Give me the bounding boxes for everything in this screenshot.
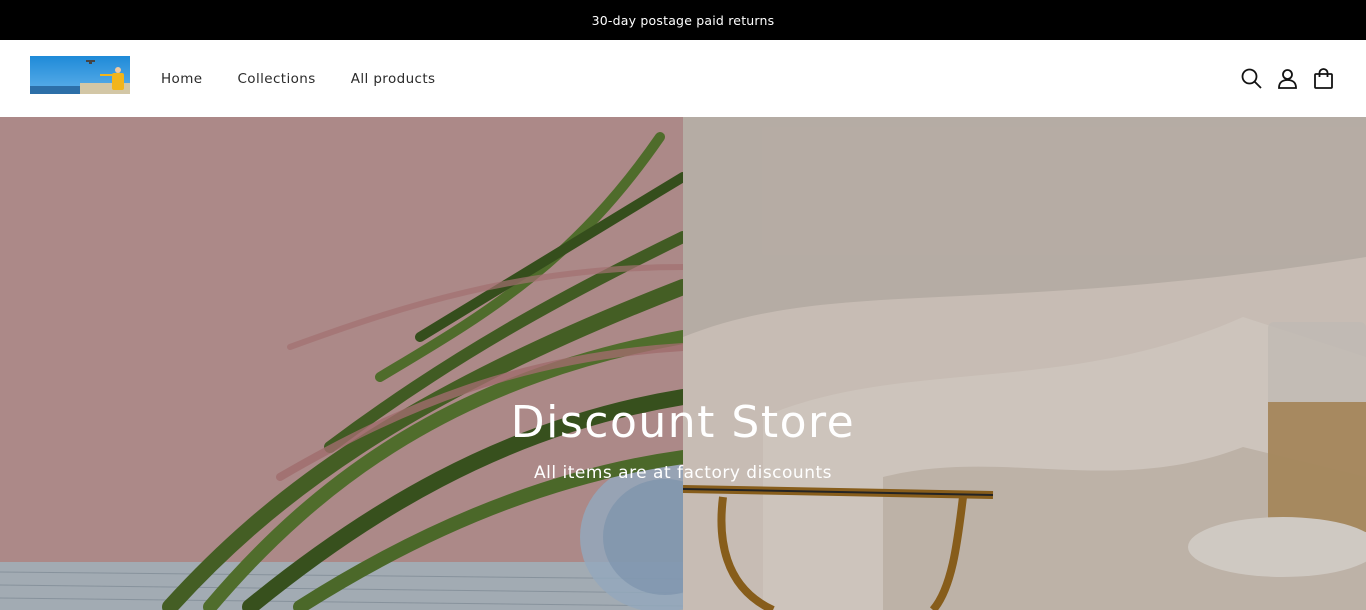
site-header: Home Collections All products — [0, 40, 1366, 117]
announcement-bar: 30-day postage paid returns — [0, 0, 1366, 40]
nav-all-products[interactable]: All products — [351, 71, 436, 87]
header-icons — [1240, 40, 1334, 117]
hero-image-right — [683, 117, 1366, 610]
account-icon[interactable] — [1276, 68, 1298, 90]
nav-collections[interactable]: Collections — [237, 71, 315, 87]
hero-subtitle: All items are at factory discounts — [534, 463, 832, 483]
store-logo[interactable] — [30, 56, 130, 94]
hero-text: Discount Store All items are at factory … — [0, 395, 1366, 483]
search-icon[interactable] — [1240, 68, 1262, 90]
hero-image-left — [0, 117, 683, 610]
hero-banner: Discount Store All items are at factory … — [0, 117, 1366, 610]
announcement-text: 30-day postage paid returns — [591, 12, 775, 28]
hero-title: Discount Store — [510, 397, 856, 448]
nav-home[interactable]: Home — [161, 71, 202, 87]
main-nav: Home Collections All products — [161, 40, 470, 117]
cart-icon[interactable] — [1312, 68, 1334, 90]
